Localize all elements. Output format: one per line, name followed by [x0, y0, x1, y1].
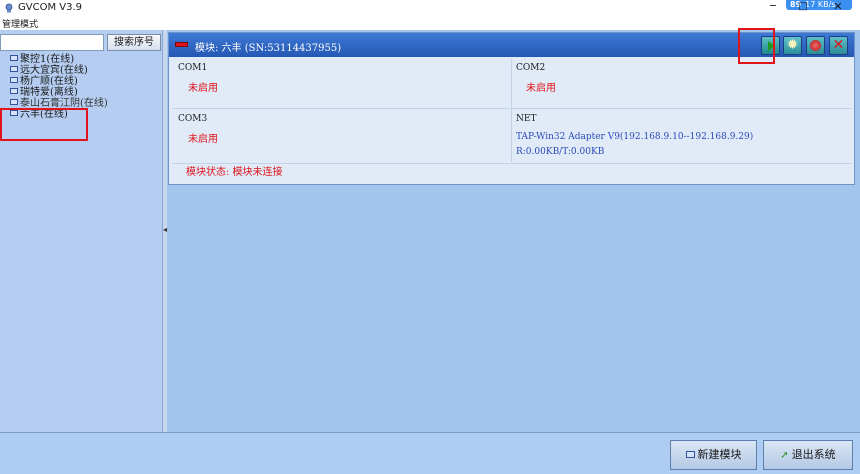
module-icon	[10, 77, 18, 83]
module-header: 模块: 六丰 (SN:53114437955) ✹ ✕	[169, 28, 854, 64]
tree-item[interactable]: 聚控1(在线)	[2, 54, 162, 65]
module-icon	[10, 99, 18, 105]
com2-status: 未启用	[526, 83, 556, 94]
com3-cell: COM3 未启用	[172, 110, 510, 162]
tree-item-label: 聚控1(在线)	[20, 54, 75, 65]
module-icon	[685, 451, 695, 458]
delete-button[interactable]: ✕	[829, 36, 848, 55]
new-module-label: 新建模块	[697, 448, 742, 461]
title-bar: GVCOM V3.9 89 17 KB/s ─ □ ✕	[0, 0, 860, 16]
tree-item[interactable]: 瑞特爱(离线)	[2, 87, 162, 98]
module-icon	[10, 66, 18, 72]
module-status: 模块状态: 模块未连接	[172, 163, 851, 181]
com1-status: 未启用	[188, 83, 218, 94]
app-title: GVCOM V3.9	[18, 2, 82, 13]
net-label: NET	[516, 114, 537, 124]
search-input[interactable]	[0, 34, 104, 51]
record-button[interactable]	[806, 36, 825, 55]
gear-icon: ✹	[786, 37, 799, 53]
tree-item-label: 瑞特爱(离线)	[20, 87, 78, 98]
red-highlight-box	[0, 108, 88, 141]
grid-divider	[511, 59, 512, 162]
delete-icon: ✕	[832, 37, 845, 53]
status-led-icon	[175, 42, 188, 47]
net-info: TAP-Win32 Adapter V9(192.168.9.10--192.1…	[516, 130, 753, 160]
device-list-panel: 搜索序号 聚控1(在线) 远大宜宾(在线) 杨广顺(在线) 瑞特爱(离线) 泰山…	[0, 30, 163, 432]
settings-button[interactable]: ✹	[783, 36, 802, 55]
tree-item[interactable]: 杨广顺(在线)	[2, 76, 162, 87]
window-controls: ─ □ ✕	[760, 0, 860, 16]
close-button[interactable]: ✕	[820, 0, 856, 16]
bottom-bar: 新建模块 ➚ 退出系统	[0, 432, 860, 474]
net-adapter: TAP-Win32 Adapter V9(192.168.9.10--192.1…	[516, 132, 754, 142]
search-button[interactable]: 搜索序号	[107, 34, 161, 51]
com2-cell: COM2 未启用	[510, 59, 851, 109]
module-title: 模块: 六丰 (SN:53114437955)	[195, 43, 342, 54]
tree-item-label: 远大宜宾(在线)	[20, 65, 88, 76]
tree-item[interactable]: 远大宜宾(在线)	[2, 65, 162, 76]
maximize-button[interactable]: □	[790, 0, 816, 16]
com3-status: 未启用	[188, 134, 218, 145]
new-module-button[interactable]: 新建模块	[670, 440, 757, 470]
net-cell: NET TAP-Win32 Adapter V9(192.168.9.10--1…	[510, 110, 851, 162]
mode-bar: 管理模式	[0, 16, 860, 30]
com1-cell: COM1 未启用	[172, 59, 510, 109]
module-icon	[10, 55, 18, 61]
com2-label: COM2	[516, 63, 546, 73]
net-traffic: R:0.00KB/T:0.00KB	[516, 147, 605, 157]
app-icon	[5, 3, 13, 13]
exit-button[interactable]: ➚ 退出系统	[763, 440, 853, 470]
exit-label: 退出系统	[791, 448, 836, 461]
mode-label[interactable]: 管理模式	[2, 17, 38, 30]
module-icon	[10, 88, 18, 94]
main-area: 模块: 六丰 (SN:53114437955) ✹ ✕ COM1 未启用 COM…	[167, 28, 860, 432]
tree-item-label: 杨广顺(在线)	[20, 76, 78, 87]
module-panel: 模块: 六丰 (SN:53114437955) ✹ ✕ COM1 未启用 COM…	[168, 28, 855, 185]
exit-icon: ➚	[780, 450, 789, 461]
com3-label: COM3	[178, 114, 208, 124]
com1-label: COM1	[178, 63, 208, 73]
minimize-button[interactable]: ─	[760, 0, 786, 16]
